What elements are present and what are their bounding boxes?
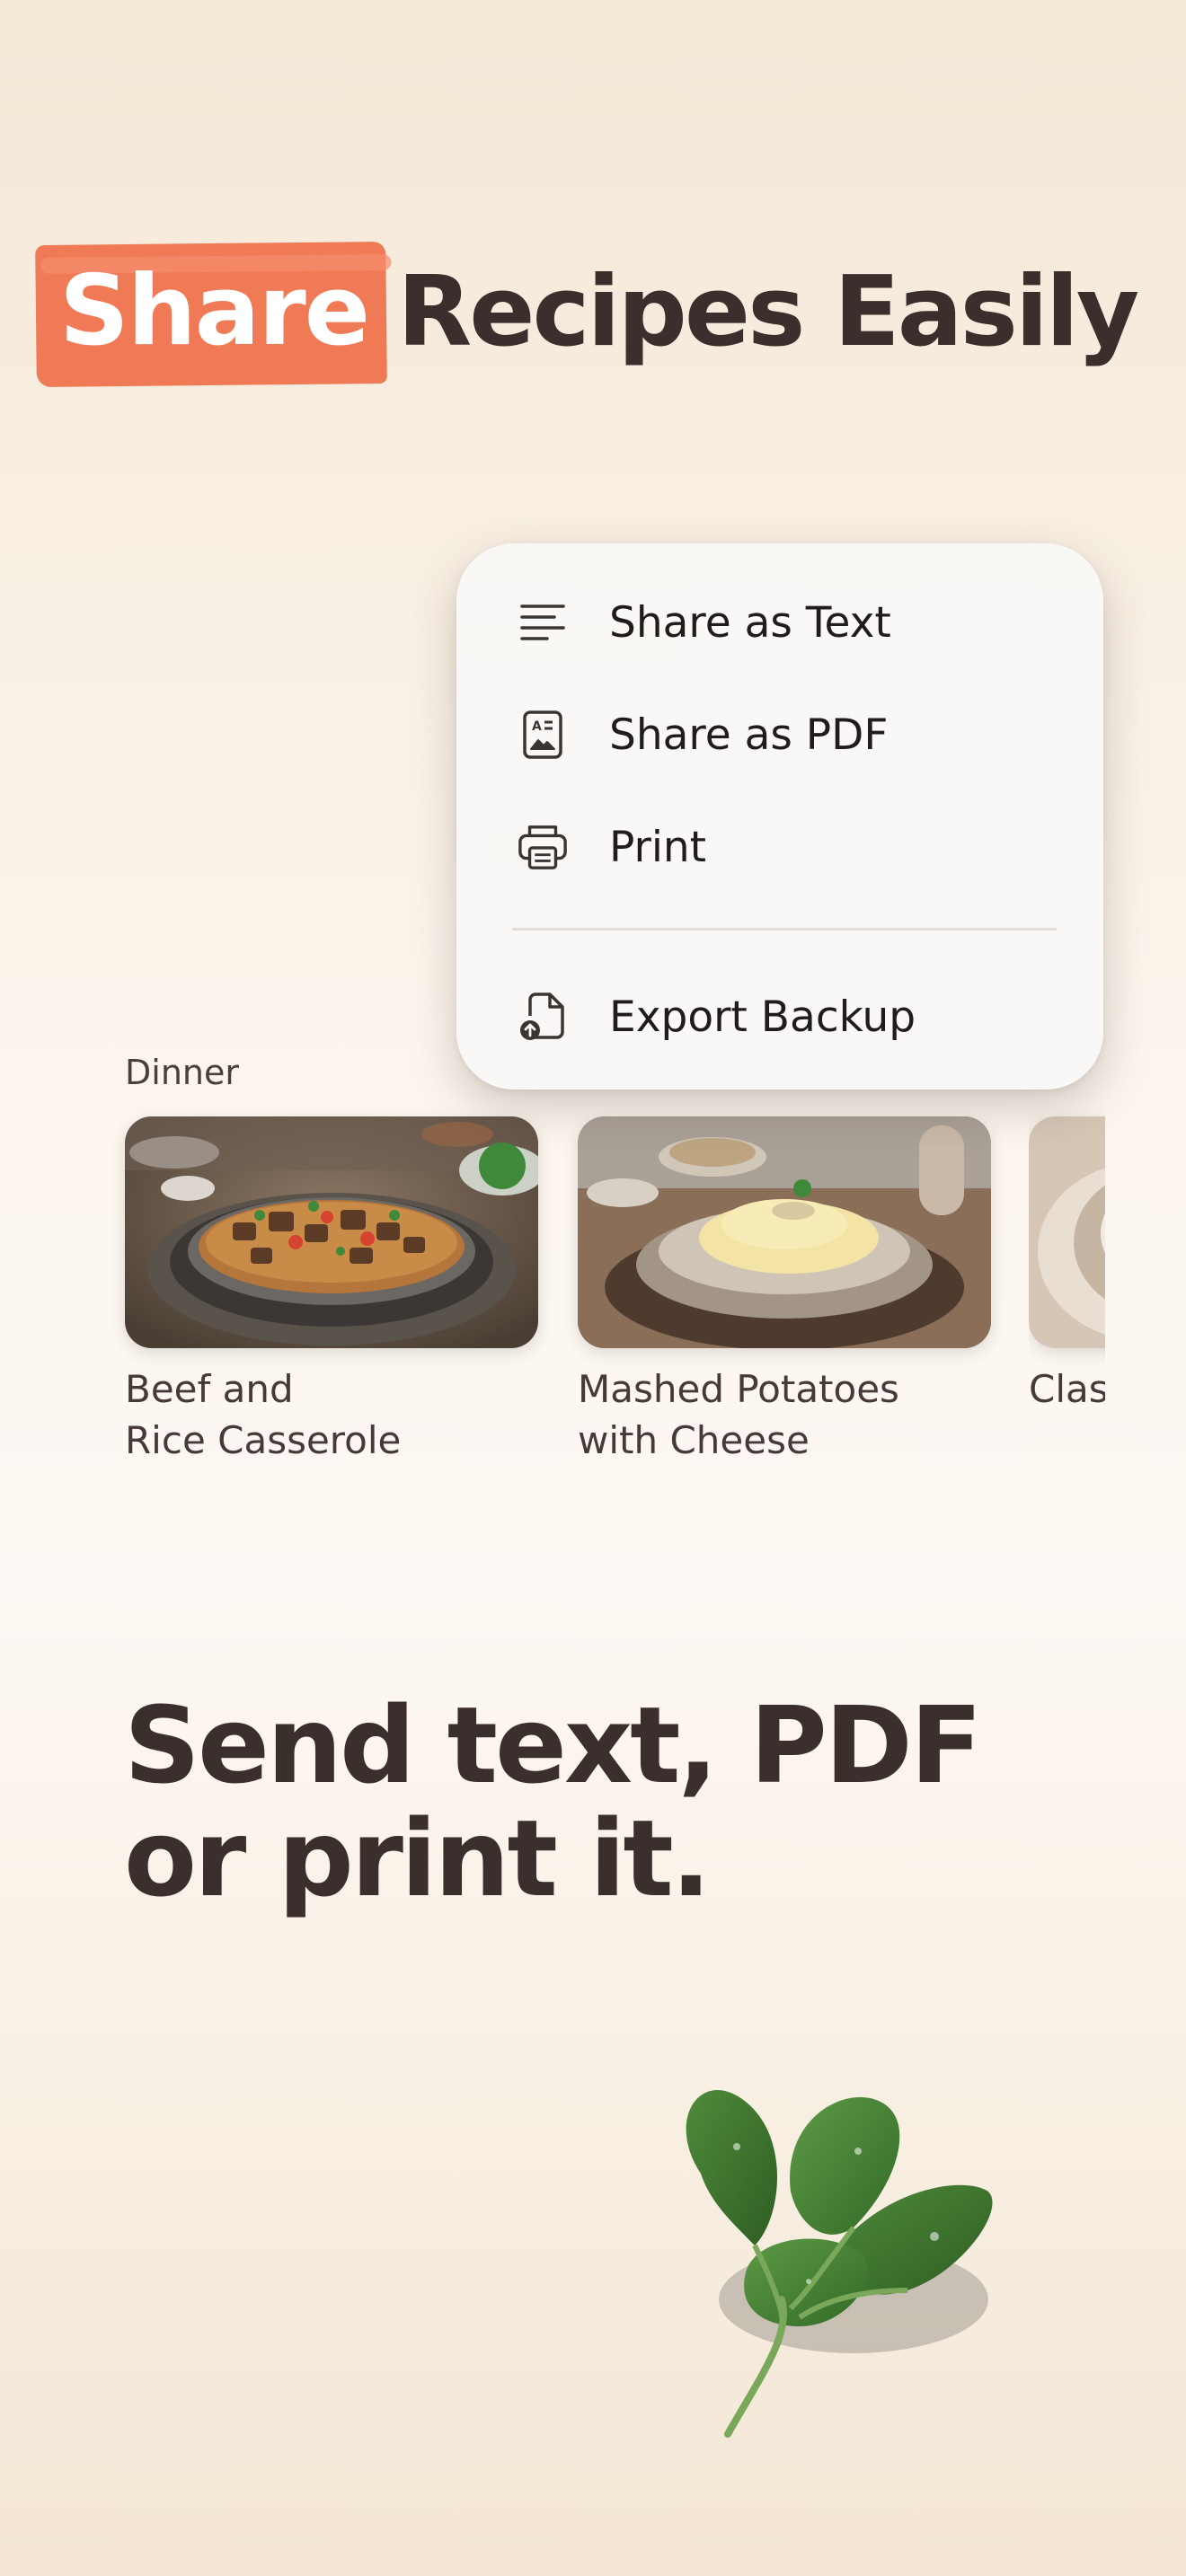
menu-item-label: Export Backup bbox=[609, 992, 916, 1042]
recipe-title-line: Rice Casserole bbox=[125, 1418, 402, 1462]
recipe-title-line: Clas bbox=[1029, 1367, 1105, 1411]
recipe-title[interactable]: Beef and Rice Casserole bbox=[125, 1363, 401, 1466]
pdf-document-icon: A bbox=[518, 710, 568, 760]
menu-divider bbox=[512, 928, 1057, 931]
share-menu: Share as Text A Share as PDF Print Expor… bbox=[456, 543, 1103, 1090]
recipe-title-line: with Cheese bbox=[578, 1418, 810, 1462]
recipe-title[interactable]: Clas bbox=[1029, 1363, 1105, 1415]
headline-text: Recipes Easily bbox=[397, 255, 1139, 368]
tagline-line: Send text, PDF bbox=[124, 1683, 982, 1807]
tagline-line: or print it. bbox=[124, 1796, 712, 1920]
menu-item-label: Share as PDF bbox=[609, 710, 889, 760]
share-as-pdf-item[interactable]: A Share as PDF bbox=[456, 685, 1103, 784]
category-label: Dinner bbox=[125, 1053, 239, 1092]
recipe-title[interactable]: Mashed Potatoes with Cheese bbox=[578, 1363, 899, 1466]
text-lines-icon bbox=[518, 597, 568, 648]
svg-text:A: A bbox=[532, 719, 542, 734]
menu-item-label: Print bbox=[609, 822, 707, 872]
headline-highlight: Share bbox=[35, 238, 387, 388]
recipe-title-line: Mashed Potatoes bbox=[578, 1367, 899, 1411]
export-file-icon bbox=[518, 992, 568, 1042]
recipe-card-partial[interactable]: Clas bbox=[1029, 1042, 1105, 1437]
menu-item-label: Share as Text bbox=[609, 597, 891, 648]
tagline: Send text, PDF or print it. bbox=[124, 1683, 982, 1920]
headline-highlight-text: Share bbox=[59, 255, 370, 367]
spinach-leaves-image bbox=[647, 2066, 1024, 2443]
recipe-title-line: Beef and bbox=[125, 1367, 294, 1411]
share-as-text-item[interactable]: Share as Text bbox=[456, 573, 1103, 672]
export-backup-item[interactable]: Export Backup bbox=[456, 967, 1103, 1066]
headline: Share Recipes Easily bbox=[35, 235, 1139, 388]
printer-icon bbox=[518, 822, 568, 872]
print-item[interactable]: Print bbox=[456, 798, 1103, 896]
